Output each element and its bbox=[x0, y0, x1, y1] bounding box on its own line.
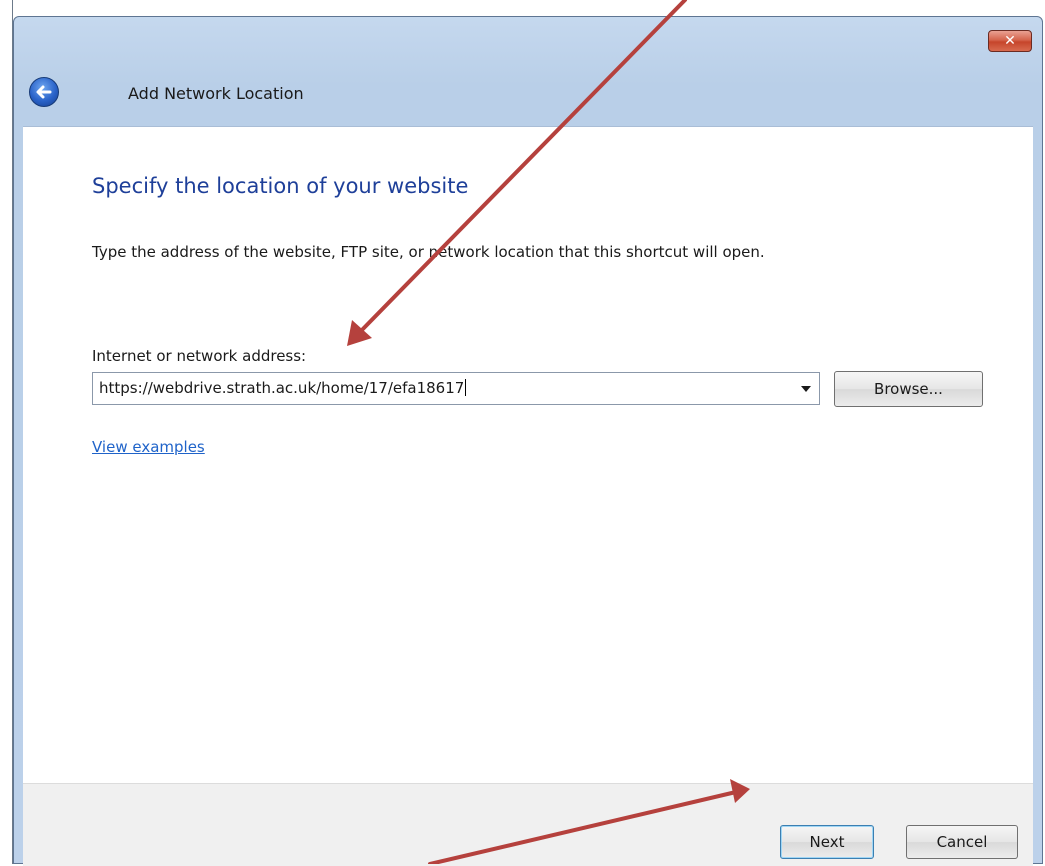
dialog-footer: Next Cancel bbox=[23, 783, 1033, 866]
address-value: https://webdrive.strath.ac.uk/home/17/ef… bbox=[99, 379, 465, 397]
back-arrow-icon bbox=[36, 85, 52, 99]
browse-button[interactable]: Browse... bbox=[834, 371, 983, 407]
dialog-header: Add Network Location bbox=[14, 61, 1042, 123]
address-input[interactable]: https://webdrive.strath.ac.uk/home/17/ef… bbox=[99, 379, 467, 397]
page-heading: Specify the location of your website bbox=[92, 174, 469, 198]
back-button[interactable] bbox=[29, 77, 59, 107]
chevron-down-icon bbox=[801, 385, 811, 392]
close-icon: ✕ bbox=[1004, 33, 1016, 49]
cancel-button[interactable]: Cancel bbox=[906, 825, 1018, 859]
add-network-location-dialog: ✕ Add Network Location Specify the locat… bbox=[13, 16, 1043, 866]
address-label: Internet or network address: bbox=[92, 347, 307, 365]
instructions-text: Type the address of the website, FTP sit… bbox=[92, 243, 765, 261]
close-button[interactable]: ✕ bbox=[988, 30, 1032, 52]
address-combobox[interactable]: https://webdrive.strath.ac.uk/home/17/ef… bbox=[92, 372, 820, 405]
dialog-title: Add Network Location bbox=[128, 84, 304, 103]
next-button[interactable]: Next bbox=[780, 825, 874, 859]
background-window-edge bbox=[0, 0, 13, 864]
address-dropdown-button[interactable] bbox=[793, 373, 819, 404]
view-examples-link[interactable]: View examples bbox=[92, 438, 205, 456]
wizard-content-panel: Specify the location of your website Typ… bbox=[23, 126, 1033, 783]
text-caret bbox=[465, 379, 467, 396]
